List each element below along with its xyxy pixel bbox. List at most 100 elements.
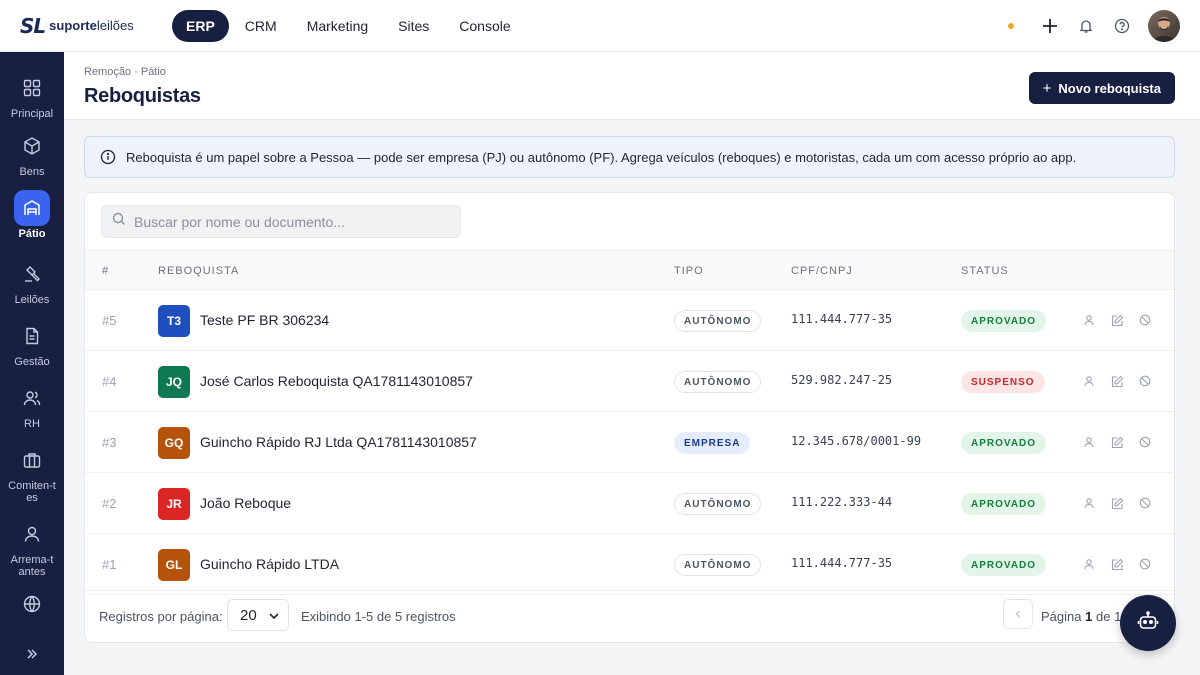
gavel-icon xyxy=(14,256,50,292)
table-row[interactable]: #4 JQ José Carlos Reboquista QA17811430108… xyxy=(85,351,1174,412)
row-actions xyxy=(1081,495,1165,511)
reboquista-avatar: T3 xyxy=(158,305,190,337)
users-icon xyxy=(14,380,50,416)
main-nav: ERP CRM Marketing Sites Console xyxy=(172,9,527,42)
sidebar-item-rh[interactable]: RH xyxy=(0,380,64,430)
type-badge: AUTÔNOMO xyxy=(674,310,762,332)
sidebar-label: Arrema-tantes xyxy=(10,554,54,578)
user-avatar[interactable] xyxy=(1148,9,1180,42)
table-footer: Registros por página: 20 Exibindo 1-5 de… xyxy=(85,590,1174,642)
user-icon xyxy=(14,516,50,552)
edit-icon[interactable] xyxy=(1109,495,1125,511)
search-icon xyxy=(112,212,126,231)
row-actions xyxy=(1081,434,1165,450)
ban-icon[interactable] xyxy=(1137,495,1153,511)
sidebar-label: Bens xyxy=(19,166,45,178)
edit-icon[interactable] xyxy=(1109,556,1125,572)
user-icon[interactable] xyxy=(1081,556,1097,572)
plus-icon[interactable] xyxy=(1040,16,1060,36)
new-reboquista-button[interactable]: + Novo reboquista xyxy=(1028,72,1175,104)
current-page: 1 xyxy=(1085,609,1093,624)
table-row[interactable]: #5 T3 Teste PF BR 306234 AUTÔNOMO 111.444.77… xyxy=(85,290,1174,351)
sidebar-item-sites[interactable] xyxy=(0,586,64,622)
top-bar: SL suporteleilões ERP CRM Marketing Site… xyxy=(0,0,1200,52)
status-badge: APROVADO xyxy=(961,432,1047,454)
reboquista-name[interactable]: Teste PF BR 306234 xyxy=(200,312,329,328)
document-number: 12.345.678/0001-99 xyxy=(791,434,922,448)
sidebar-label: RH xyxy=(24,418,40,430)
ban-icon[interactable] xyxy=(1137,312,1153,328)
reboquista-name[interactable]: Guincho Rápido LTDA xyxy=(200,556,339,572)
breadcrumb[interactable]: Remoção · Pátio xyxy=(84,66,166,78)
sidebar-item-gestao[interactable]: Gestão xyxy=(0,318,64,368)
cube-icon xyxy=(14,128,50,164)
search-input[interactable] xyxy=(134,213,434,230)
per-page-select[interactable]: 20 xyxy=(227,599,289,631)
type-badge: AUTÔNOMO xyxy=(674,371,762,393)
bell-icon[interactable] xyxy=(1076,16,1096,36)
ban-icon[interactable] xyxy=(1137,434,1153,450)
user-icon[interactable] xyxy=(1081,495,1097,511)
nav-console[interactable]: Console xyxy=(445,10,524,42)
col-doc[interactable]: CPF/CNPJ xyxy=(791,265,853,277)
logo[interactable]: SL suporteleilões xyxy=(20,12,160,40)
row-actions xyxy=(1081,556,1165,572)
page-of: de xyxy=(1095,609,1111,624)
table-row[interactable]: #1 GL Guincho Rápido LTDA AUTÔNOMO 111.444.7… xyxy=(85,534,1174,595)
sidebar-label: Principal xyxy=(10,108,54,120)
reboquista-name[interactable]: José Carlos Reboquista QA1781143010857 xyxy=(200,373,473,389)
nav-erp[interactable]: ERP xyxy=(172,9,229,42)
type-badge: EMPRESA xyxy=(674,432,751,454)
sidebar-label: Pátio xyxy=(18,228,46,240)
table-row[interactable]: #2 JR João Reboque AUTÔNOMO 111.222.333-44 AP… xyxy=(85,473,1174,534)
reboquista-name[interactable]: João Reboque xyxy=(200,495,291,511)
edit-icon[interactable] xyxy=(1109,373,1125,389)
type-badge: AUTÔNOMO xyxy=(674,493,762,515)
user-icon[interactable] xyxy=(1081,373,1097,389)
nav-sites[interactable]: Sites xyxy=(384,10,443,42)
document-number: 111.444.777-35 xyxy=(791,556,893,570)
row-id: #3 xyxy=(102,435,117,450)
reboquista-name[interactable]: Guincho Rápido RJ Ltda QA1781143010857 xyxy=(200,434,477,450)
info-icon xyxy=(100,149,116,165)
chevrons-right-icon xyxy=(14,636,50,672)
page-header: Remoção · Pátio Reboquistas + Novo reboq… xyxy=(64,52,1200,120)
sidebar-item-patio[interactable]: Pátio xyxy=(0,190,64,240)
edit-icon[interactable] xyxy=(1109,312,1125,328)
col-reboquista[interactable]: Reboquista xyxy=(158,265,239,277)
sidebar-item-bens[interactable]: Bens xyxy=(0,128,64,178)
col-status[interactable]: Status xyxy=(961,265,1009,277)
prev-page-button[interactable] xyxy=(1003,599,1033,629)
chatbot-button[interactable] xyxy=(1120,595,1176,651)
sidebar-item-principal[interactable]: Principal xyxy=(0,70,64,120)
document-number: 111.222.333-44 xyxy=(791,495,893,509)
nav-marketing[interactable]: Marketing xyxy=(293,10,382,42)
ban-icon[interactable] xyxy=(1137,556,1153,572)
page-title: Reboquistas xyxy=(84,85,201,107)
row-id: #2 xyxy=(102,496,117,511)
chevron-down-icon xyxy=(268,609,280,626)
row-actions xyxy=(1081,312,1165,328)
grid-icon xyxy=(14,70,50,106)
document-number: 529.982.247-25 xyxy=(791,373,893,387)
sidebar-item-comitentes[interactable]: Comiten-tes xyxy=(0,442,64,504)
user-icon[interactable] xyxy=(1081,312,1097,328)
sidebar-item-leiloes[interactable]: Leilões xyxy=(0,256,64,306)
sidebar-expand-button[interactable] xyxy=(0,636,64,672)
logo-mark: SL xyxy=(20,13,46,38)
col-tipo[interactable]: Tipo xyxy=(674,265,704,277)
nav-crm[interactable]: CRM xyxy=(231,10,291,42)
table-row[interactable]: #3 GQ Guincho Rápido RJ Ltda QA17811430108… xyxy=(85,412,1174,473)
search-box[interactable] xyxy=(101,205,461,238)
info-banner: Reboquista é um papel sobre a Pessoa — p… xyxy=(84,136,1175,178)
sidebar: Principal Bens Pátio Leilões Gestão RH C… xyxy=(0,52,64,675)
edit-icon[interactable] xyxy=(1109,434,1125,450)
ban-icon[interactable] xyxy=(1137,373,1153,389)
help-icon[interactable] xyxy=(1112,16,1132,36)
sidebar-item-arrematantes[interactable]: Arrema-tantes xyxy=(0,516,64,578)
briefcase-icon xyxy=(14,442,50,478)
info-text: Reboquista é um papel sobre a Pessoa — p… xyxy=(126,149,1077,165)
type-badge: AUTÔNOMO xyxy=(674,554,762,576)
table-header: # Reboquista Tipo CPF/CNPJ Status xyxy=(85,250,1174,290)
user-icon[interactable] xyxy=(1081,434,1097,450)
